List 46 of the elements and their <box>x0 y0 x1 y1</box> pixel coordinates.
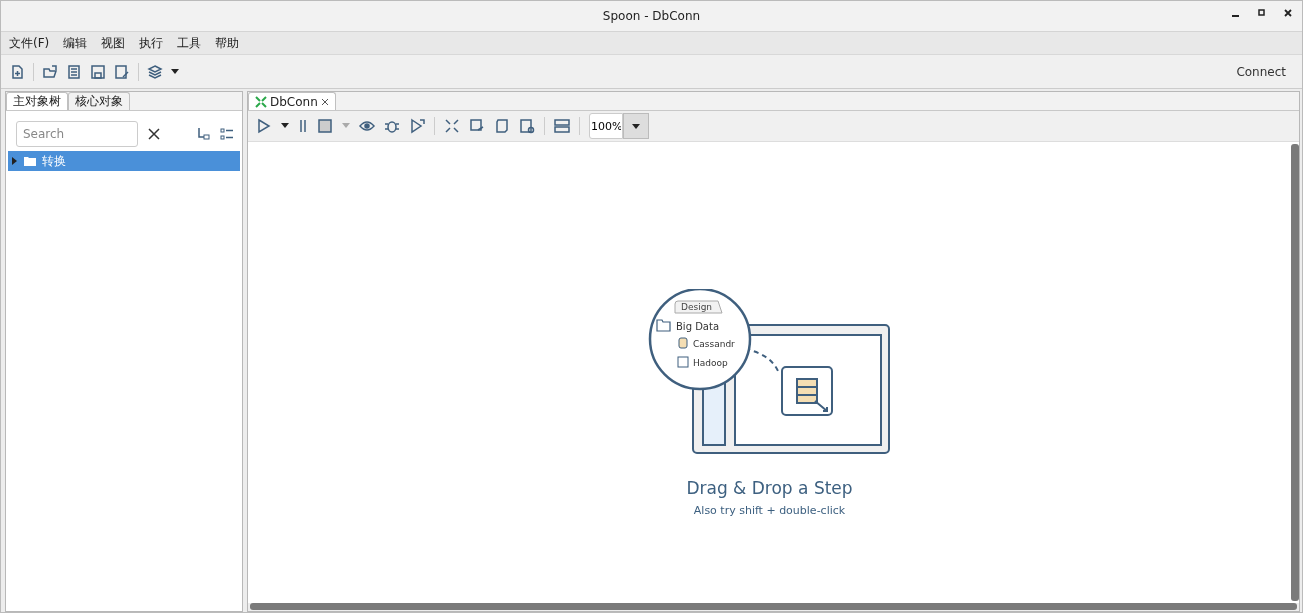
stop-icon[interactable] <box>317 118 333 134</box>
maximize-icon[interactable] <box>1258 9 1266 17</box>
layers-icon[interactable] <box>147 63 163 80</box>
zoom-field[interactable]: 100% <box>589 113 623 139</box>
document-icon[interactable] <box>66 63 82 80</box>
bug-icon[interactable] <box>384 118 400 134</box>
caret-icon[interactable] <box>281 123 289 129</box>
menu-item[interactable]: 帮助 <box>215 34 240 52</box>
menu-item[interactable]: 编辑 <box>63 34 88 52</box>
window-title: Spoon - DbConn <box>602 9 701 23</box>
search-field[interactable]: Search <box>16 121 138 147</box>
menu-item[interactable]: 执行 <box>139 34 164 52</box>
zoom-dropdown-button[interactable] <box>623 113 649 139</box>
drop-hint: Also try shift + double-click <box>693 503 846 517</box>
new-file-icon[interactable] <box>9 63 25 80</box>
step-label: Cassandr <box>692 338 735 349</box>
folder-label: Big Data <box>675 320 719 332</box>
menu-item[interactable]: 文件(F) <box>9 34 50 52</box>
run-icon[interactable] <box>256 118 272 134</box>
list-icon[interactable] <box>220 127 234 141</box>
close-icon[interactable] <box>1284 9 1292 17</box>
horizontal-scrollbar[interactable] <box>250 603 1297 610</box>
menu-item[interactable]: 视图 <box>101 34 126 52</box>
eye-icon[interactable] <box>359 118 375 134</box>
caret-icon[interactable] <box>171 68 179 75</box>
vertical-scrollbar[interactable] <box>1291 144 1299 601</box>
clear-icon[interactable] <box>148 128 160 140</box>
design-tab-label: Design <box>680 301 712 312</box>
open-folder-icon[interactable] <box>42 63 58 80</box>
panel-tab[interactable]: 主对象树 <box>6 92 68 110</box>
hierarchy-icon[interactable] <box>196 127 210 141</box>
close-tab-icon[interactable] <box>320 97 329 106</box>
pause-icon[interactable] <box>298 118 308 134</box>
save-icon[interactable] <box>90 63 106 80</box>
expand-arrow-icon[interactable] <box>12 157 18 165</box>
save-as-icon[interactable] <box>114 63 130 80</box>
editor-tab[interactable]: DbConn <box>248 92 336 110</box>
caret-icon <box>632 123 640 129</box>
step-label: Hadoop <box>692 357 728 368</box>
folder-icon <box>24 156 36 166</box>
panel-tab[interactable]: 核心对象 <box>68 92 130 110</box>
menu-item[interactable]: 工具 <box>177 34 202 52</box>
drop-title: Drag & Drop a Step <box>686 477 853 498</box>
connect-button[interactable]: Connect <box>1228 62 1294 81</box>
transformation-icon <box>255 95 267 108</box>
grid-icon[interactable] <box>554 118 570 134</box>
